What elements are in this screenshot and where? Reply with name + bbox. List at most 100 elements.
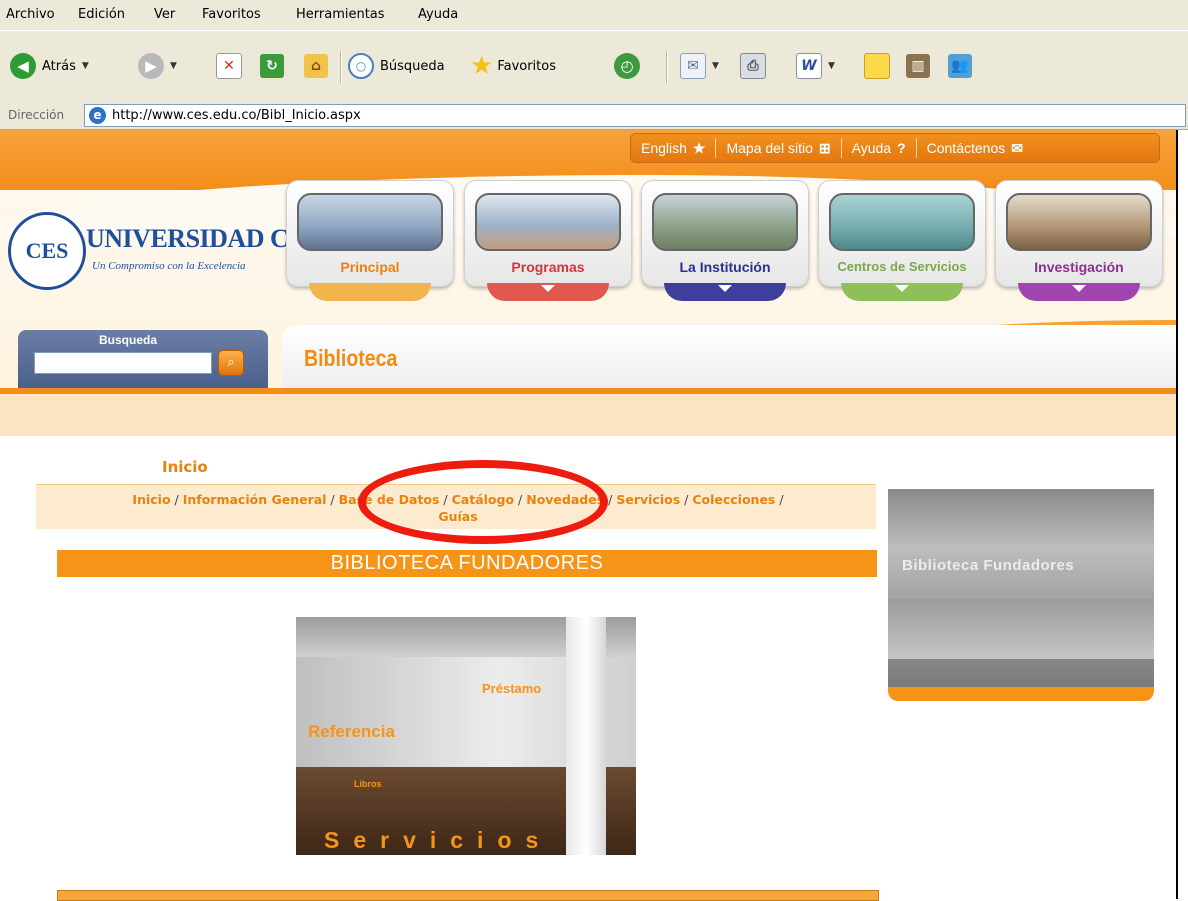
section-title: Biblioteca <box>304 345 398 371</box>
forward-button[interactable]: ▶ ▼ <box>138 51 177 81</box>
search-button[interactable]: ○ Búsqueda <box>348 51 445 81</box>
link-english[interactable]: English ★ <box>631 138 717 158</box>
logo-tagline: Un Compromiso con la Excelencia <box>92 260 246 272</box>
library-services-photo: Préstamo Referencia Libros Servicios <box>296 617 636 855</box>
back-button[interactable]: ◀ Atrás ▼ <box>10 51 89 81</box>
nav-card-programas[interactable]: Programas <box>464 180 632 301</box>
word-edit-button[interactable]: W ▼ <box>796 51 835 81</box>
browser-toolbar: ◀ Atrás ▼ ▶ ▼ ✕ ↻ ⌂ ○ Búsqueda ★ Favorit… <box>0 30 1188 102</box>
note-icon <box>864 53 890 79</box>
history-icon: ◴ <box>614 53 640 79</box>
menu-edicion[interactable]: Edición <box>78 7 125 22</box>
centros-photo <box>829 193 975 251</box>
section-title-tab: Biblioteca <box>282 325 1176 390</box>
nav-card-investigacion[interactable]: Investigación <box>995 180 1163 301</box>
chevron-down-icon <box>895 285 909 292</box>
toolbar-separator <box>666 51 668 83</box>
home-icon: ⌂ <box>304 54 328 78</box>
ie-page-icon: e <box>89 107 106 124</box>
mail-icon: ✉ <box>680 53 706 79</box>
search-panel: Busqueda ⌕ <box>18 330 268 388</box>
chevron-down-icon: ▼ <box>170 61 177 71</box>
link-sitemap-label: Mapa del sitio <box>726 140 813 156</box>
university-logo[interactable]: CES UNIVERSIDAD CES Un Compromiso con la… <box>8 212 320 292</box>
history-button[interactable]: ◴ <box>614 51 640 81</box>
menu-herramientas[interactable]: Herramientas <box>296 7 385 22</box>
refresh-icon: ↻ <box>260 54 284 78</box>
search-input[interactable] <box>34 352 212 374</box>
entrance-wall <box>888 599 1154 659</box>
envelope-icon: ✉ <box>1011 139 1023 156</box>
link-help-label: Ayuda <box>851 140 892 156</box>
nav-card-principal[interactable]: Principal <box>286 180 454 301</box>
link-english-label: English <box>641 140 687 156</box>
nav-link-colecciones[interactable]: Colecciones <box>692 492 775 507</box>
entrance-image: Biblioteca Fundadores <box>888 489 1154 687</box>
nav-card-label: Principal <box>340 259 400 275</box>
star-icon: ★ <box>470 51 494 81</box>
refresh-button[interactable]: ↻ <box>260 51 284 81</box>
nav-link-informacion-general[interactable]: Información General <box>183 492 327 507</box>
nav-link-servicios[interactable]: Servicios <box>616 492 680 507</box>
chevron-down-icon: ▼ <box>81 61 89 71</box>
link-ayuda[interactable]: Ayuda ? <box>842 138 917 158</box>
nav-card-label: Programas <box>511 259 585 275</box>
favorites-button[interactable]: ★ Favoritos <box>470 51 556 81</box>
menu-ayuda[interactable]: Ayuda <box>418 7 458 22</box>
url-field[interactable]: e http://www.ces.edu.co/Bibl_Inicio.aspx <box>84 104 1186 127</box>
discuss-button[interactable] <box>864 51 890 81</box>
word-icon: W <box>796 53 822 79</box>
sitemap-icon: ⊞ <box>818 139 831 156</box>
magnifier-icon: ⌕ <box>227 355 235 370</box>
url-text: http://www.ces.edu.co/Bibl_Inicio.aspx <box>112 108 361 123</box>
chevron-down-icon: ▼ <box>828 61 835 71</box>
nav-card-la-institucion[interactable]: La Institución <box>641 180 809 301</box>
nav-card-centros-de-servicios[interactable]: Centros de Servicios <box>818 180 986 301</box>
prestamo-label[interactable]: Préstamo <box>482 681 541 696</box>
search-label: Búsqueda <box>380 58 445 74</box>
link-mapa-del-sitio[interactable]: Mapa del sitio ⊞ <box>716 138 842 158</box>
home-button[interactable]: ⌂ <box>304 51 328 81</box>
printer-icon: ⎙ <box>740 53 766 79</box>
link-contactenos[interactable]: Contáctenos ✉ <box>917 138 1033 158</box>
menu-favoritos[interactable]: Favoritos <box>202 7 261 22</box>
investigacion-photo <box>1006 193 1152 251</box>
referencia-label[interactable]: Referencia <box>308 722 395 742</box>
nav-card-label: La Institución <box>679 259 771 275</box>
header-peach-band <box>0 394 1176 436</box>
toolbar-separator <box>340 51 342 83</box>
search-label: Busqueda <box>98 333 157 347</box>
institucion-photo <box>652 193 798 251</box>
entrance-sign: Biblioteca Fundadores <box>902 557 1075 574</box>
menu-archivo[interactable]: Archivo <box>6 7 55 22</box>
photo-pillar <box>566 617 606 855</box>
back-arrow-icon: ◀ <box>10 53 36 79</box>
servicios-label[interactable]: Servicios <box>324 827 552 854</box>
mail-button[interactable]: ✉ ▼ <box>680 51 719 81</box>
logo-name: UNIVERSIDAD CES <box>86 224 320 253</box>
chevron-down-icon <box>541 285 555 292</box>
chevron-down-icon: ▼ <box>712 61 719 71</box>
highlight-oval-annotation <box>358 460 608 544</box>
nav-card-label: Investigación <box>1034 259 1124 275</box>
menu-ver[interactable]: Ver <box>154 7 175 22</box>
research-button[interactable]: ▥ <box>906 51 930 81</box>
library-entrance-photo: Biblioteca Fundadores <box>888 489 1154 701</box>
stop-button[interactable]: ✕ <box>216 51 242 81</box>
programas-photo <box>475 193 621 251</box>
principal-photo <box>297 193 443 251</box>
nav-link-inicio[interactable]: Inicio <box>132 492 170 507</box>
favorites-label: Favoritos <box>497 58 556 74</box>
libros-label[interactable]: Libros <box>354 779 382 789</box>
chevron-down-icon <box>718 285 732 292</box>
print-button[interactable]: ⎙ <box>740 51 766 81</box>
logo-seal: CES <box>8 212 86 290</box>
people-icon: 👥 <box>948 54 972 78</box>
magnifier-icon: ○ <box>348 53 374 79</box>
forward-arrow-icon: ▶ <box>138 53 164 79</box>
nav-card-arc <box>309 283 431 301</box>
search-submit-button[interactable]: ⌕ <box>218 350 244 376</box>
address-label: Dirección <box>8 108 65 122</box>
messenger-button[interactable]: 👥 <box>948 51 972 81</box>
help-icon: ? <box>897 140 906 156</box>
